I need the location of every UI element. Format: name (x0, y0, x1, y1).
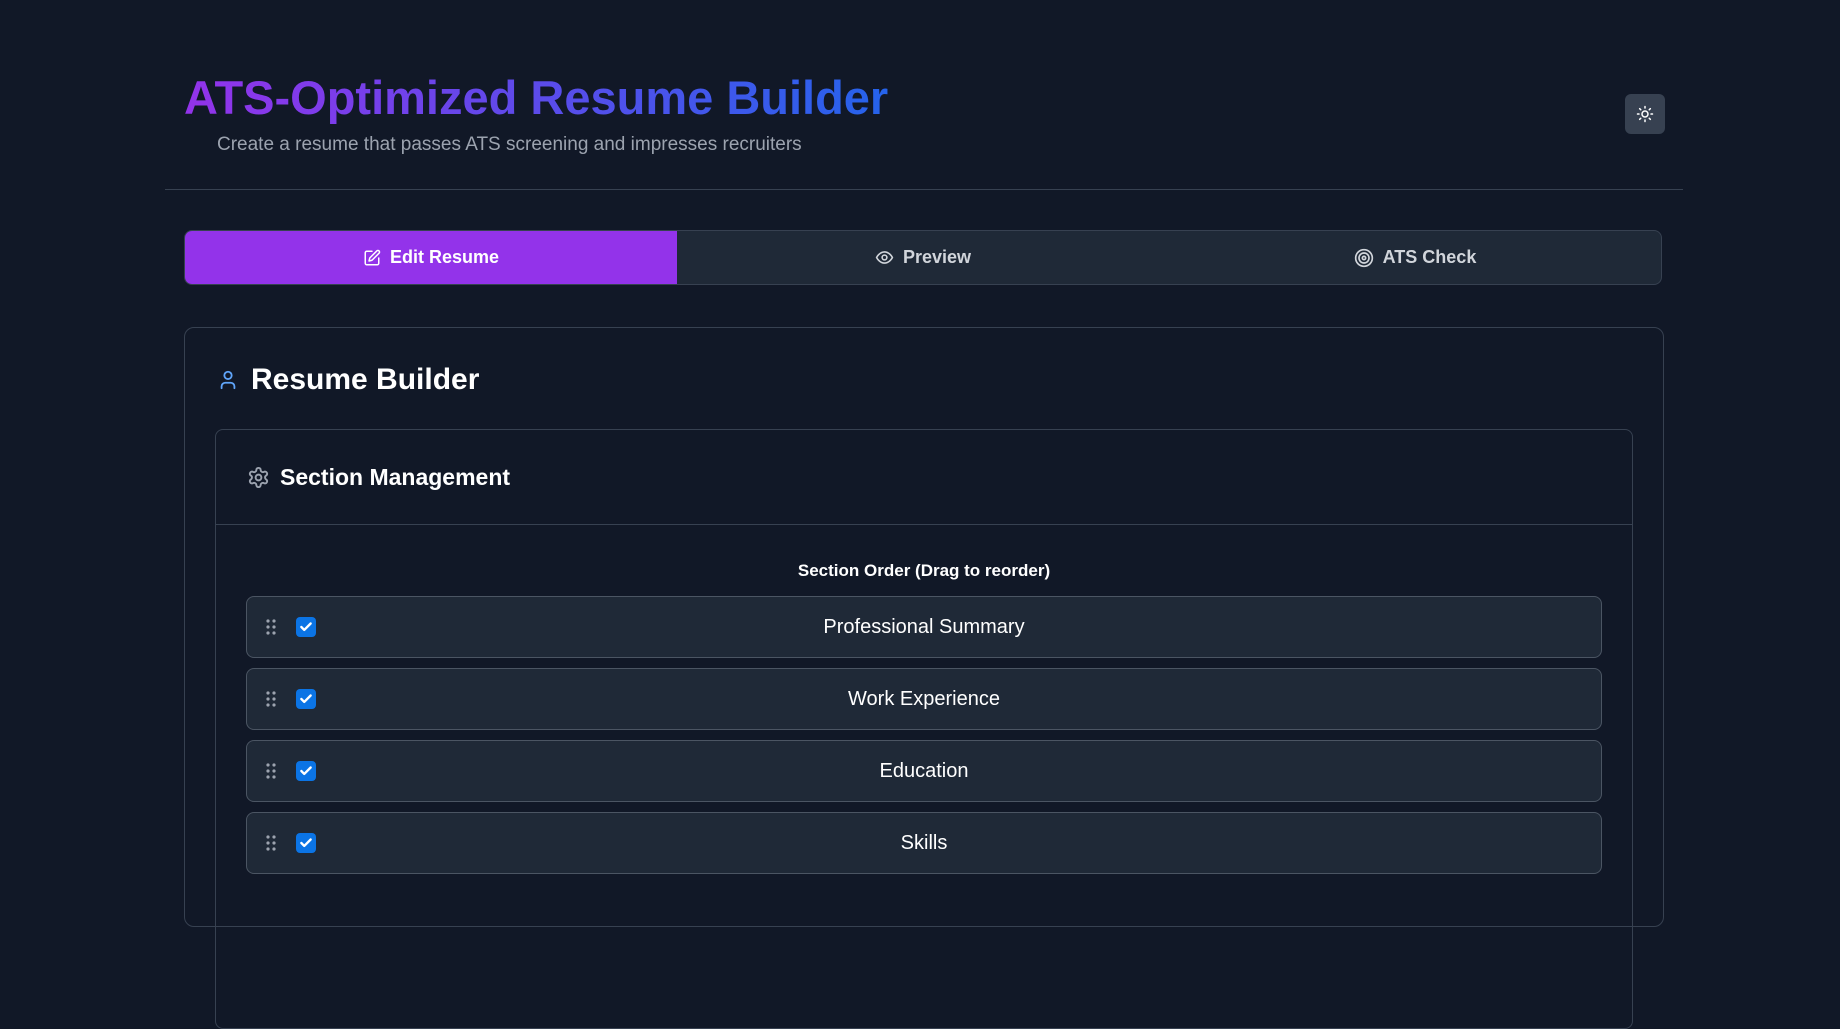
tab-bar: Edit Resume Preview ATS Check (184, 230, 1662, 285)
section-item-education[interactable]: Education (246, 740, 1602, 802)
card-title: Resume Builder (217, 362, 479, 398)
gear-icon (248, 466, 269, 488)
target-icon (1354, 248, 1373, 267)
sun-icon (1636, 105, 1654, 123)
section-item-professional-summary[interactable]: Professional Summary (246, 596, 1602, 658)
user-icon (220, 370, 236, 390)
page-header: ATS-Optimized Resume Builder Create a re… (165, 0, 1683, 190)
tab-label: Edit Resume (389, 247, 500, 267)
page-subtitle: Create a resume that passes ATS screenin… (217, 134, 802, 155)
card-title-text: Resume Builder (251, 363, 480, 396)
tab-preview[interactable]: Preview (677, 231, 1169, 284)
section-list: Professional Summary Work Experience Edu… (246, 596, 1602, 884)
section-management-panel: Section Management Section Order (Drag t… (215, 429, 1633, 1029)
edit-icon (364, 249, 381, 265)
app-root: ATS-Optimized Resume Builder Create a re… (0, 0, 1840, 1029)
panel-title: Section Management (280, 463, 511, 490)
tab-ats-check[interactable]: ATS Check (1169, 231, 1661, 284)
section-name: Education (879, 760, 969, 782)
tab-label: Preview (902, 247, 972, 267)
section-name: Skills (900, 832, 948, 854)
section-name: Professional Summary (823, 616, 1025, 638)
tab-label: ATS Check (1382, 247, 1477, 267)
tab-edit-resume[interactable]: Edit Resume (185, 231, 677, 284)
theme-toggle-button[interactable] (1625, 94, 1665, 134)
resume-builder-card: Resume Builder Section Management Sectio… (184, 327, 1664, 1029)
section-item-skills[interactable]: Skills (246, 812, 1602, 874)
section-item-work-experience[interactable]: Work Experience (246, 668, 1602, 730)
page-title: ATS-Optimized Resume Builder (184, 71, 889, 124)
panel-header: Section Management (216, 430, 1632, 525)
eye-icon (875, 251, 894, 264)
section-name: Work Experience (848, 688, 1000, 710)
section-order-label: Section Order (Drag to reorder) (797, 561, 1051, 580)
